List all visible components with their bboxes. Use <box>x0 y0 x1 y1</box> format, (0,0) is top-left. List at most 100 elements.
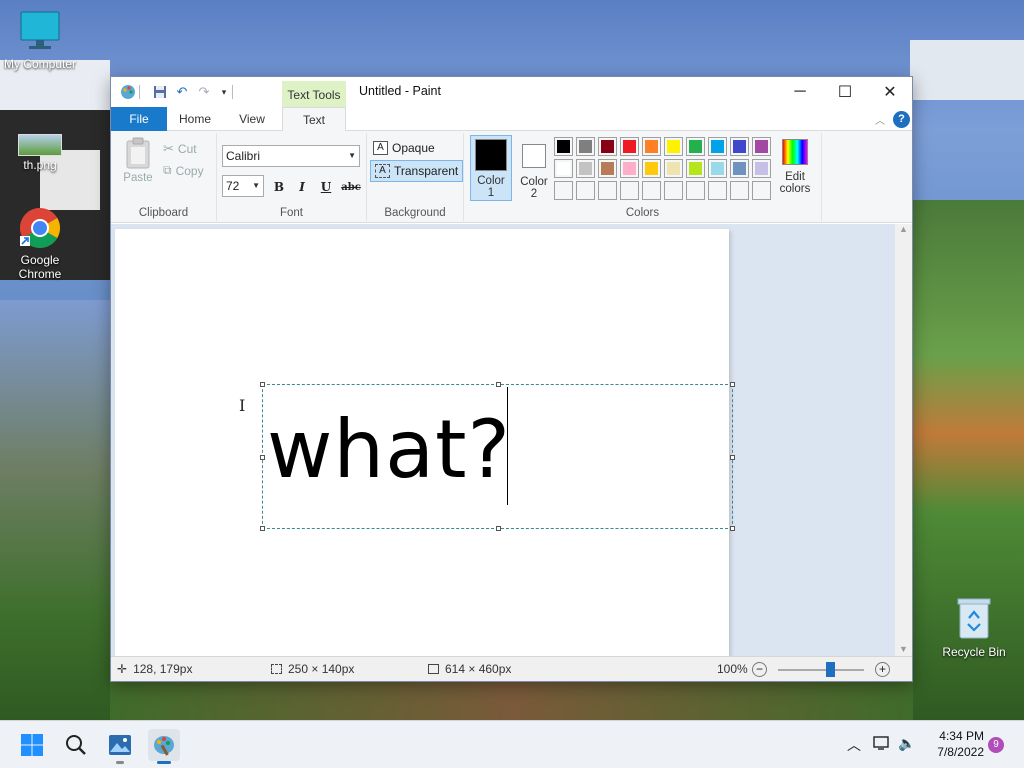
palette-swatch[interactable] <box>708 137 727 156</box>
photos-icon <box>109 735 131 755</box>
zoom-out-button[interactable]: − <box>752 662 767 677</box>
palette-swatch[interactable] <box>576 159 595 178</box>
edit-colors-button[interactable]: Edit colors <box>774 137 816 195</box>
palette-swatch[interactable] <box>620 159 639 178</box>
palette-swatch[interactable] <box>620 181 639 200</box>
palette-swatch[interactable] <box>620 137 639 156</box>
palette-swatch[interactable] <box>708 159 727 178</box>
title-bar[interactable]: ↶ ↷ ▾ Text Tools Untitled - Paint ─ ☐ ✕ <box>111 77 912 107</box>
photos-app-button[interactable] <box>104 729 136 764</box>
redo-icon[interactable]: ↷ <box>195 83 213 101</box>
image-thumbnail-icon <box>18 134 62 156</box>
paint-app-icon[interactable] <box>119 83 137 101</box>
color1-button[interactable]: Color 1 <box>470 135 512 201</box>
paint-app-button[interactable] <box>148 729 180 764</box>
scroll-down-icon[interactable]: ▼ <box>899 644 908 654</box>
cut-button[interactable]: ✂ Cut <box>163 141 197 157</box>
resize-handle[interactable] <box>260 455 265 460</box>
minimize-button[interactable]: ─ <box>777 77 823 107</box>
palette-swatch[interactable] <box>576 181 595 200</box>
wallpaper-hill <box>0 300 110 720</box>
zoom-slider-thumb[interactable] <box>826 662 835 677</box>
resize-handle[interactable] <box>730 382 735 387</box>
notification-badge[interactable]: 9 <box>988 737 1004 753</box>
vertical-scrollbar[interactable]: ▲ ▼ <box>895 224 912 656</box>
resize-handle[interactable] <box>496 526 501 531</box>
strikethrough-button[interactable]: abc <box>339 177 363 197</box>
palette-swatch[interactable] <box>730 181 749 200</box>
palette-swatch[interactable] <box>576 137 595 156</box>
desktop-icon-my-computer[interactable]: My Computer <box>0 10 80 71</box>
palette-swatch[interactable] <box>752 159 771 178</box>
save-icon[interactable] <box>151 83 169 101</box>
palette-swatch[interactable] <box>642 181 661 200</box>
volume-icon[interactable]: 🔈 <box>898 735 915 752</box>
text-box[interactable]: what? <box>260 382 735 531</box>
maximize-button[interactable]: ☐ <box>822 77 868 107</box>
opaque-button[interactable]: A Opaque <box>373 138 435 158</box>
palette-swatch[interactable] <box>752 137 771 156</box>
clock[interactable]: 4:34 PM 7/8/2022 <box>928 728 984 760</box>
copy-button[interactable]: ⧉ Copy <box>163 163 204 178</box>
selection-icon <box>271 664 282 674</box>
palette-swatch[interactable] <box>686 159 705 178</box>
scroll-up-icon[interactable]: ▲ <box>899 224 908 234</box>
palette-swatch[interactable] <box>664 181 683 200</box>
palette-swatch[interactable] <box>664 137 683 156</box>
help-icon[interactable]: ? <box>893 111 910 128</box>
palette-swatch[interactable] <box>730 137 749 156</box>
color2-button[interactable]: Color 2 <box>514 135 554 201</box>
desktop-icon-google-chrome[interactable]: Google Chrome <box>0 206 80 281</box>
start-button[interactable] <box>16 729 48 761</box>
scissors-icon: ✂ <box>163 141 174 156</box>
active-indicator <box>157 761 171 764</box>
network-icon[interactable] <box>873 735 891 754</box>
resize-handle[interactable] <box>496 382 501 387</box>
desktop-icon-recycle-bin[interactable]: Recycle Bin <box>934 596 1014 659</box>
palette-swatch[interactable] <box>642 137 661 156</box>
palette-swatch[interactable] <box>598 181 617 200</box>
paste-button[interactable]: Paste <box>119 137 157 191</box>
resize-handle[interactable] <box>260 526 265 531</box>
palette-swatch[interactable] <box>752 181 771 200</box>
undo-icon[interactable]: ↶ <box>173 83 191 101</box>
tab-view[interactable]: View <box>227 107 277 131</box>
palette-swatch[interactable] <box>598 159 617 178</box>
palette-swatch-color <box>733 162 746 175</box>
desktop-icon-th-png[interactable]: th.png <box>0 134 80 172</box>
font-family-dropdown[interactable]: Calibri ▼ <box>222 145 360 167</box>
tab-text[interactable]: Text <box>282 107 346 132</box>
tab-file[interactable]: File <box>111 107 167 131</box>
palette-swatch[interactable] <box>664 159 683 178</box>
palette-swatch[interactable] <box>554 159 573 178</box>
close-icon: ✕ <box>883 84 897 101</box>
show-hidden-icons-icon[interactable]: ︿ <box>847 735 861 755</box>
palette-swatch[interactable] <box>708 181 727 200</box>
close-button[interactable]: ✕ <box>867 77 913 107</box>
customize-quick-access-icon[interactable]: ▾ <box>215 83 233 101</box>
underline-button[interactable]: U <box>316 177 336 197</box>
bold-button[interactable]: B <box>269 177 289 197</box>
palette-swatch[interactable] <box>686 181 705 200</box>
resize-handle[interactable] <box>260 382 265 387</box>
palette-swatch[interactable] <box>686 137 705 156</box>
search-button[interactable] <box>60 729 92 761</box>
italic-button[interactable]: I <box>292 177 312 197</box>
tab-home[interactable]: Home <box>169 107 221 131</box>
palette-swatch[interactable] <box>642 159 661 178</box>
clipboard-group-label: Clipboard <box>138 207 189 219</box>
palette-swatch[interactable] <box>554 181 573 200</box>
resize-handle[interactable] <box>730 455 735 460</box>
zoom-slider[interactable] <box>778 662 864 677</box>
chrome-icon <box>20 208 60 248</box>
wallpaper-ground <box>110 682 913 720</box>
palette-swatch[interactable] <box>598 137 617 156</box>
selection-size-value: 250 × 140px <box>288 662 355 676</box>
minimize-ribbon-icon[interactable]: ︿ <box>875 112 885 127</box>
zoom-in-button[interactable]: + <box>875 662 890 677</box>
palette-swatch[interactable] <box>730 159 749 178</box>
palette-swatch[interactable] <box>554 137 573 156</box>
font-size-dropdown[interactable]: 72 ▼ <box>222 175 264 197</box>
transparent-button[interactable]: A Transparent <box>370 160 464 182</box>
resize-handle[interactable] <box>730 526 735 531</box>
